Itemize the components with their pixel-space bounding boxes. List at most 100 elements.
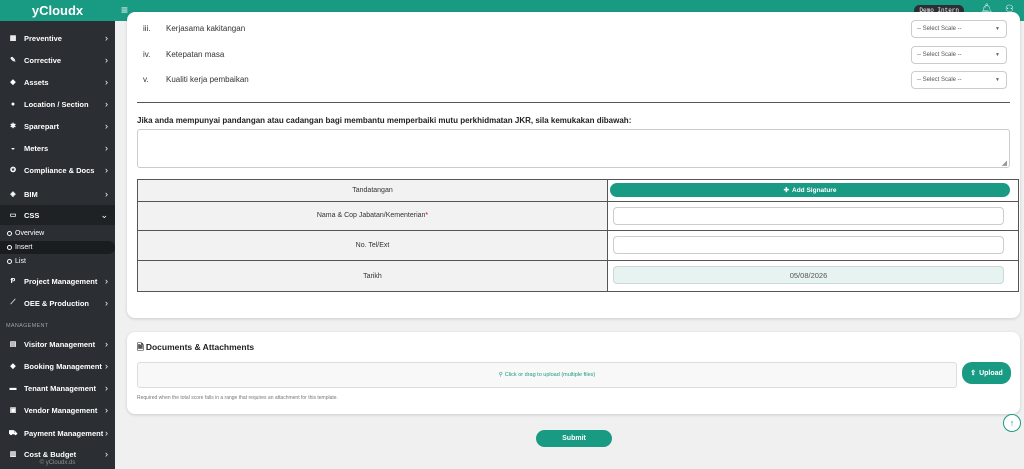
chevron-right-icon: ›	[105, 99, 108, 109]
chevron-right-icon: ›	[105, 361, 108, 371]
circle-icon	[7, 231, 12, 236]
scroll-top-button[interactable]: ↑	[1003, 414, 1021, 432]
scale-select-kerjasama[interactable]: -- Select Scale -- ▼	[911, 20, 1007, 38]
chevron-right-icon: ›	[105, 143, 108, 153]
sidebar-item-project-management[interactable]: Ᵽ Project Management ›	[0, 271, 115, 291]
feedback-question: Jika anda mempunyai pandangan atau cadan…	[137, 116, 632, 125]
row-label-kerjasama: Kerjasama kakitangan	[166, 24, 246, 33]
id-card-icon: ▤	[9, 341, 17, 348]
submit-button[interactable]: Submit	[536, 430, 612, 447]
attachments-note: Required when the total score falls in a…	[137, 395, 338, 401]
badge-icon: ✪	[10, 167, 16, 174]
chevron-right-icon: ›	[105, 189, 108, 199]
diamond-icon: ◆	[10, 363, 16, 370]
sidebar-subitem-overview[interactable]: Overview	[0, 227, 115, 240]
caret-down-icon: ▼	[995, 52, 1000, 58]
feedback-textarea[interactable]: ◢	[137, 129, 1010, 168]
sidebar-item-corrective[interactable]: ✎ Corrective ›	[0, 50, 115, 70]
sidebar-item-oee[interactable]: ⟋ OEE & Production ›	[0, 293, 115, 313]
brand-logo[interactable]: yCloudx	[0, 0, 115, 21]
add-signature-button[interactable]: ✚ Add Signature	[610, 183, 1010, 197]
signature-label-cell: Tandatangan	[137, 179, 608, 202]
file-icon: 🗎︎	[137, 342, 144, 352]
sidebar-subitem-list[interactable]: List	[0, 255, 115, 268]
gauge-icon: ◒	[10, 144, 16, 152]
attachments-title: 🗎︎ Documents & Attachments	[137, 342, 255, 352]
project-icon: Ᵽ	[10, 277, 16, 285]
name-input[interactable]	[613, 206, 1004, 225]
sidebar-item-tenant[interactable]: ▬ Tenant Management ›	[0, 378, 115, 398]
wrench-icon: ✎	[10, 57, 16, 64]
upload-dropzone[interactable]: ⚲ Click or drag to upload (multiple files…	[137, 362, 957, 388]
plus-icon: ✚	[783, 187, 790, 194]
row-number: iv.	[143, 50, 151, 59]
resize-handle-icon[interactable]: ◢	[1002, 159, 1007, 167]
section-label-management: MANAGEMENT	[6, 323, 49, 329]
sidebar-item-vendor[interactable]: ▣ Vendor Management ›	[0, 400, 115, 420]
sidebar-footer: © yCloudx.ds	[0, 460, 115, 469]
caret-down-icon: ▼	[995, 77, 1000, 83]
sidebar-item-compliance[interactable]: ✪ Compliance & Docs ›	[0, 160, 115, 180]
scale-select-ketepatan[interactable]: -- Select Scale -- ▼	[911, 46, 1007, 64]
row-number: iii.	[143, 24, 151, 33]
sidebar: yCloudx ▦ Preventive › ✎ Corrective › ◆ Asset…	[0, 0, 115, 469]
date-cell: 05/08/2026	[607, 260, 1019, 292]
sidebar-item-css[interactable]: ▭ CSS ⌄	[0, 205, 115, 225]
vendor-icon: ▣	[9, 407, 17, 414]
chevron-right-icon: ›	[105, 77, 108, 87]
css-icon: ▭	[9, 212, 17, 219]
hamburger-menu-icon[interactable]: ≡	[121, 3, 128, 17]
sidebar-item-booking[interactable]: ◆ Booking Management ›	[0, 356, 115, 376]
sidebar-item-payment[interactable]: ⛟ Payment Management ›	[0, 423, 115, 443]
cart-icon: ⛟	[8, 429, 18, 437]
signature-cell: ✚ Add Signature	[607, 179, 1019, 202]
chevron-right-icon: ›	[105, 405, 108, 415]
upload-button[interactable]: ⇪ Upload	[962, 362, 1011, 384]
chevron-right-icon: ›	[105, 298, 108, 308]
divider	[137, 102, 1010, 103]
date-label-cell: Tarikh	[137, 260, 608, 292]
calendar-icon: ▦	[9, 35, 17, 42]
tenant-icon: ▬	[9, 384, 17, 392]
tel-label-cell: No. Tel/Ext	[137, 230, 608, 262]
arrow-up-icon: ↑	[1009, 418, 1015, 428]
sidebar-subitem-insert[interactable]: Insert	[0, 241, 115, 254]
paperclip-icon: ⚲	[498, 372, 503, 378]
gears-icon: ✱	[10, 123, 16, 130]
tag-icon: ◆	[10, 79, 16, 86]
wallet-icon: ▥	[9, 451, 17, 458]
sidebar-item-meters[interactable]: ◒ Meters ›	[0, 138, 115, 158]
name-label-cell: Nama & Cop Jabatan/Kementerian*	[137, 200, 608, 232]
upload-icon: ⇪	[970, 370, 977, 377]
chevron-right-icon: ›	[105, 428, 108, 438]
date-input[interactable]: 05/08/2026	[613, 266, 1004, 285]
sidebar-item-visitor[interactable]: ▤ Visitor Management ›	[0, 334, 115, 354]
chevron-right-icon: ›	[105, 383, 108, 393]
sidebar-item-location[interactable]: ● Location / Section ›	[0, 94, 115, 114]
circle-icon	[7, 259, 12, 264]
cube-icon: ◈	[10, 191, 16, 198]
row-label-kualiti: Kualiti kerja pembaikan	[166, 75, 249, 84]
sidebar-item-preventive[interactable]: ▦ Preventive ›	[0, 28, 115, 48]
tel-input[interactable]	[613, 236, 1004, 255]
chevron-right-icon: ›	[105, 276, 108, 286]
chevron-right-icon: ›	[105, 121, 108, 131]
chevron-right-icon: ›	[105, 449, 108, 459]
caret-down-icon: ▼	[995, 26, 1000, 32]
sidebar-item-assets[interactable]: ◆ Assets ›	[0, 72, 115, 92]
signature-table: Tandatangan ✚ Add Signature Nama & Cop Ja…	[137, 179, 1019, 292]
chevron-right-icon: ›	[105, 339, 108, 349]
tel-cell	[607, 230, 1019, 262]
sidebar-item-sparepart[interactable]: ✱ Sparepart ›	[0, 116, 115, 136]
name-cell	[607, 200, 1019, 232]
row-number: v.	[143, 75, 149, 84]
chart-icon: ⟋	[10, 299, 16, 306]
chevron-right-icon: ›	[105, 165, 108, 175]
scale-select-kualiti[interactable]: -- Select Scale -- ▼	[911, 71, 1007, 89]
circle-icon	[7, 245, 12, 250]
sidebar-item-bim[interactable]: ◈ BIM ›	[0, 184, 115, 204]
row-label-ketepatan: Ketepatan masa	[166, 50, 225, 59]
location-icon: ●	[10, 100, 16, 108]
chevron-right-icon: ›	[105, 33, 108, 43]
chevron-right-icon: ›	[105, 55, 108, 65]
